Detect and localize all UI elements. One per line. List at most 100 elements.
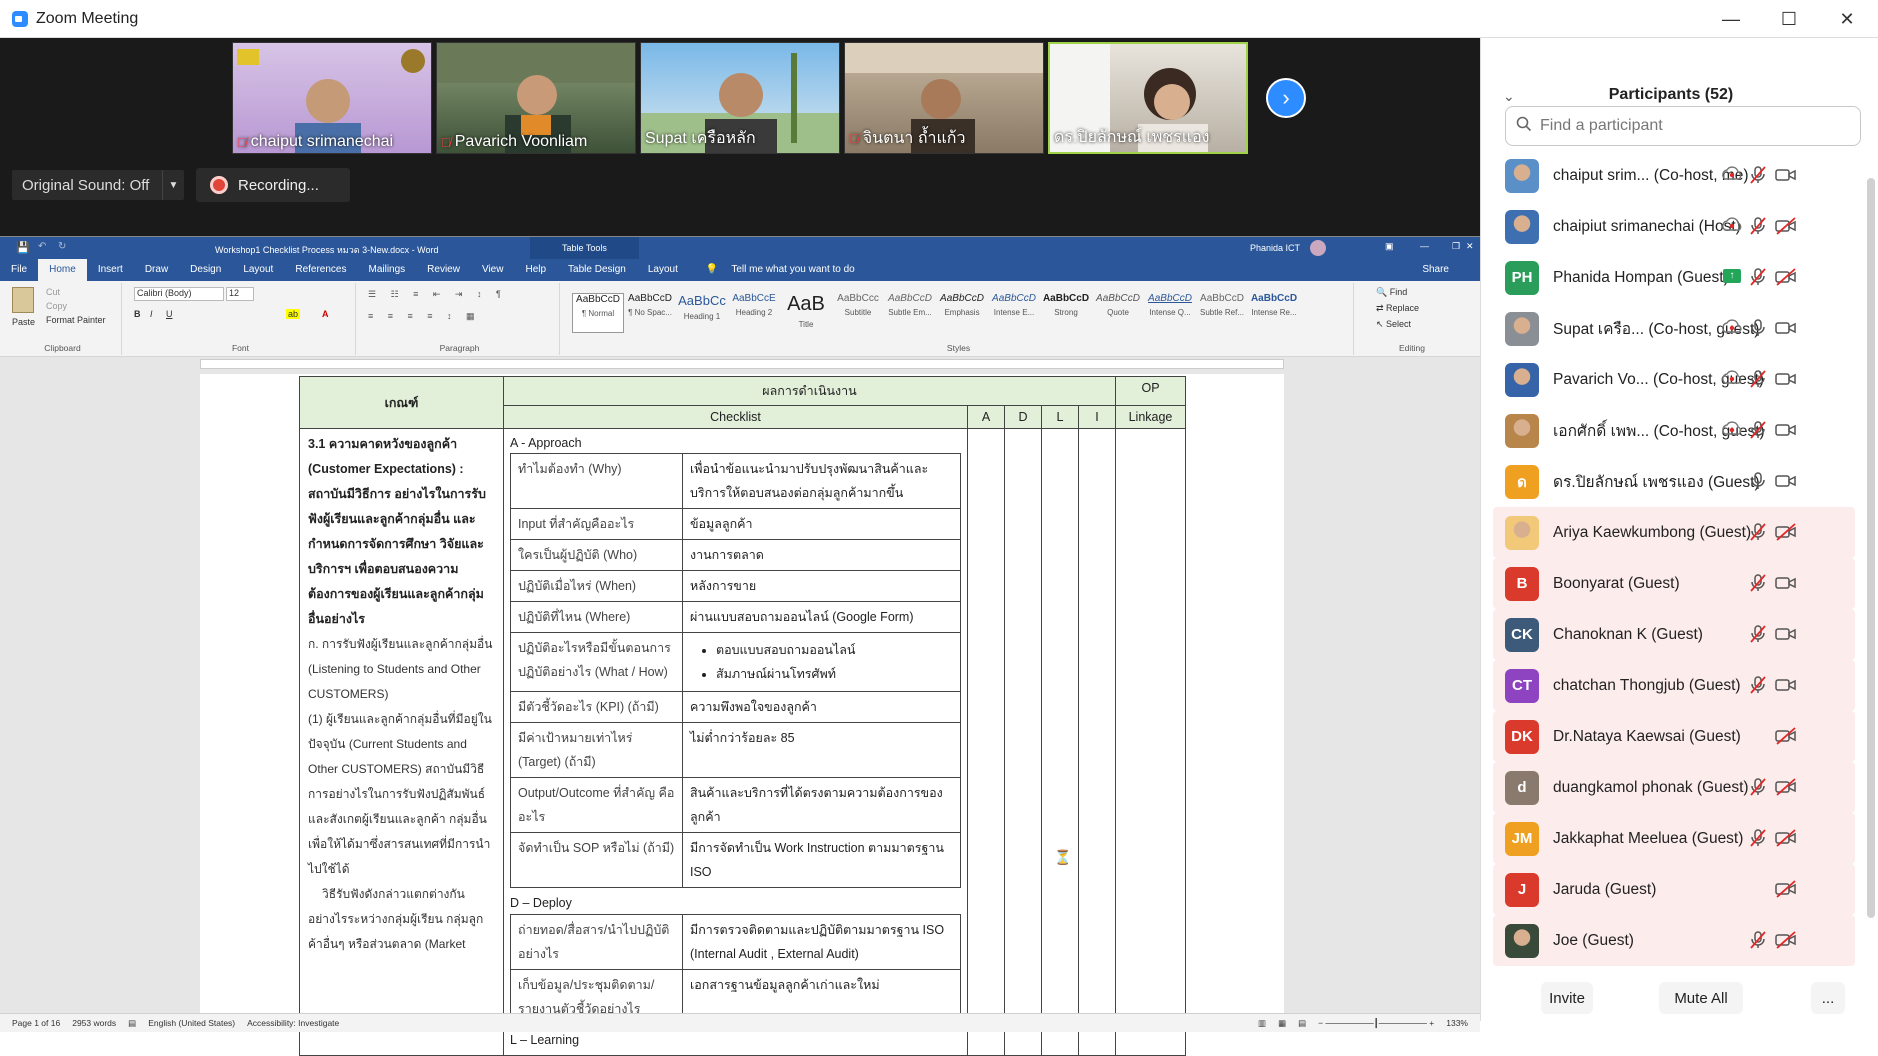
participant-row[interactable]: J Jaruda (Guest) (1493, 864, 1855, 915)
copy-button[interactable]: Copy (46, 301, 67, 311)
mic-muted-icon[interactable] (1747, 369, 1769, 389)
style-intense-e[interactable]: AaBbCcD Intense E... (988, 293, 1040, 333)
minimize-button[interactable]: — (1702, 0, 1760, 38)
video-off-icon[interactable] (1775, 777, 1797, 797)
mic-muted-icon[interactable] (1747, 267, 1769, 287)
chevron-down-icon[interactable]: ▼ (162, 170, 184, 200)
style-intense-re[interactable]: AaBbCcD Intense Re... (1248, 293, 1300, 333)
alignment-buttons[interactable]: ≡ ≡ ≡ ≡ ↕ ▦ (368, 311, 481, 322)
mic-muted-icon[interactable] (1747, 420, 1769, 440)
tab-help[interactable]: Help (514, 259, 557, 281)
video-off-icon[interactable] (1775, 216, 1797, 236)
tab-mailings[interactable]: Mailings (357, 259, 416, 281)
participant-row[interactable]: DK Dr.Nataya Kaewsai (Guest) (1493, 711, 1855, 762)
close-icon[interactable]: ✕ (1466, 241, 1474, 252)
video-off-icon[interactable] (1775, 267, 1797, 287)
style-subtle-ref[interactable]: AaBbCcD Subtle Ref... (1196, 293, 1248, 333)
style-no-spac[interactable]: AaBbCcD ¶ No Spac... (624, 293, 676, 333)
video-off-icon[interactable] (1775, 522, 1797, 542)
video-tile[interactable]: 🎙̸ Pavarich Voonliam (436, 42, 636, 154)
paste-button[interactable]: Paste (12, 317, 35, 327)
style-heading-1[interactable]: AaBbCc Heading 1 (676, 293, 728, 333)
mic-muted-icon[interactable] (1747, 777, 1769, 797)
web-layout-icon[interactable]: ▤ (1298, 1018, 1306, 1029)
share-button[interactable]: Share (1411, 259, 1460, 281)
style-quote[interactable]: AaBbCcD Quote (1092, 293, 1144, 333)
participant-row[interactable]: Pavarich Vo... (Co-host, guest) (1493, 354, 1855, 405)
font-name-select[interactable]: Calibri (Body) (134, 287, 224, 301)
scrollbar[interactable] (1867, 178, 1875, 918)
ribbon-display-icon[interactable]: ▣ (1385, 241, 1394, 252)
video-tile[interactable]: 🎙̸ chaiput srimanechai (232, 42, 432, 154)
video-icon[interactable] (1775, 471, 1797, 491)
print-layout-icon[interactable]: ▦ (1278, 1018, 1286, 1029)
undo-icon[interactable]: ↶ (38, 241, 46, 252)
mic-icon[interactable] (1747, 471, 1769, 491)
cut-button[interactable]: Cut (46, 287, 60, 297)
highlight-button[interactable]: ab (286, 309, 301, 319)
next-page-arrow-icon[interactable]: › (1266, 78, 1306, 118)
tab-file[interactable]: File (0, 259, 38, 281)
bold-button[interactable]: B (134, 309, 141, 319)
tab-table-design[interactable]: Table Design (557, 259, 637, 281)
style-subtle-em[interactable]: AaBbCcD Subtle Em... (884, 293, 936, 333)
mic-muted-icon[interactable] (1747, 573, 1769, 593)
style-emphasis[interactable]: AaBbCcD Emphasis (936, 293, 988, 333)
format-painter-button[interactable]: Format Painter (46, 315, 106, 325)
mic-icon[interactable] (1747, 318, 1769, 338)
participant-row[interactable]: Ariya Kaewkumbong (Guest) (1493, 507, 1855, 558)
invite-button[interactable]: Invite (1541, 982, 1593, 1014)
tab-insert[interactable]: Insert (87, 259, 134, 281)
document-page[interactable]: เกณฑ์ ผลการดำเนินงาน OP Checklist A D L … (200, 374, 1284, 1056)
participant-row[interactable]: CK Chanoknan K (Guest) (1493, 609, 1855, 660)
style-strong[interactable]: AaBbCcD Strong (1040, 293, 1092, 333)
video-icon[interactable] (1775, 573, 1797, 593)
tab-review[interactable]: Review (416, 259, 471, 281)
video-off-icon[interactable] (1775, 726, 1797, 746)
mute-all-button[interactable]: Mute All (1659, 982, 1743, 1014)
video-tile[interactable]: 🎙̸ จินตนา ถ้ำแก้ว (844, 42, 1044, 154)
proofing-icon[interactable]: ▤ (128, 1018, 136, 1029)
video-off-icon[interactable] (1775, 879, 1797, 899)
tab-references[interactable]: References (284, 259, 357, 281)
participant-row[interactable]: d duangkamol phonak (Guest) (1493, 762, 1855, 813)
participant-row[interactable]: chaiput srim... (Co-host, me) (1493, 150, 1855, 201)
italic-button[interactable]: I (150, 309, 153, 319)
original-sound-toggle[interactable]: Original Sound: Off ▼ (12, 170, 184, 200)
video-icon[interactable] (1775, 624, 1797, 644)
participant-row[interactable]: เอกศักดิ์ เพพ... (Co-host, guest) (1493, 405, 1855, 456)
video-off-icon[interactable] (1775, 930, 1797, 950)
participant-row[interactable]: PH Phanida Hompan (Guest) ↑ (1493, 252, 1855, 303)
tab-table-layout[interactable]: Layout (637, 259, 689, 281)
read-mode-icon[interactable]: ▥ (1258, 1018, 1266, 1029)
zoom-level[interactable]: 133% (1446, 1018, 1468, 1028)
mic-muted-icon[interactable] (1747, 216, 1769, 236)
video-icon[interactable] (1775, 369, 1797, 389)
find-button[interactable]: 🔍 Find (1376, 287, 1407, 298)
restore-icon[interactable]: ❐ (1452, 241, 1460, 252)
style-subtitle[interactable]: AaBbCcc Subtitle (832, 293, 884, 333)
page-count[interactable]: Page 1 of 16 (12, 1018, 60, 1028)
mic-muted-icon[interactable] (1747, 675, 1769, 695)
participant-row[interactable]: JM Jakkaphat Meeluea (Guest) (1493, 813, 1855, 864)
mic-muted-icon[interactable] (1747, 930, 1769, 950)
participant-row[interactable]: ดดร.ปิยลักษณ์ เพชรแอง (Guest) (1493, 456, 1855, 507)
accessibility-status[interactable]: Accessibility: Investigate (247, 1018, 339, 1028)
participant-row[interactable]: CT chatchan Thongjub (Guest) (1493, 660, 1855, 711)
horizontal-ruler[interactable] (200, 359, 1284, 369)
font-color-button[interactable]: A (322, 309, 329, 319)
video-icon[interactable] (1775, 165, 1797, 185)
tab-design[interactable]: Design (179, 259, 232, 281)
tell-me-search[interactable]: Tell me what you want to do (729, 259, 865, 281)
zoom-slider[interactable]: − ────────┃──────── + (1318, 1018, 1434, 1029)
mic-muted-icon[interactable] (1747, 522, 1769, 542)
paste-icon[interactable] (12, 287, 34, 313)
underline-button[interactable]: U (166, 309, 173, 319)
redo-icon[interactable]: ↻ (58, 241, 66, 252)
video-tile[interactable]: Supat เครือหลัก (640, 42, 840, 154)
participant-row[interactable]: chaipiut srimanechai (Host) (1493, 201, 1855, 252)
participant-row[interactable]: Joe (Guest) (1493, 915, 1855, 966)
video-icon[interactable] (1775, 675, 1797, 695)
participant-search-input[interactable]: Find a participant (1505, 106, 1861, 146)
tab-view[interactable]: View (471, 259, 515, 281)
